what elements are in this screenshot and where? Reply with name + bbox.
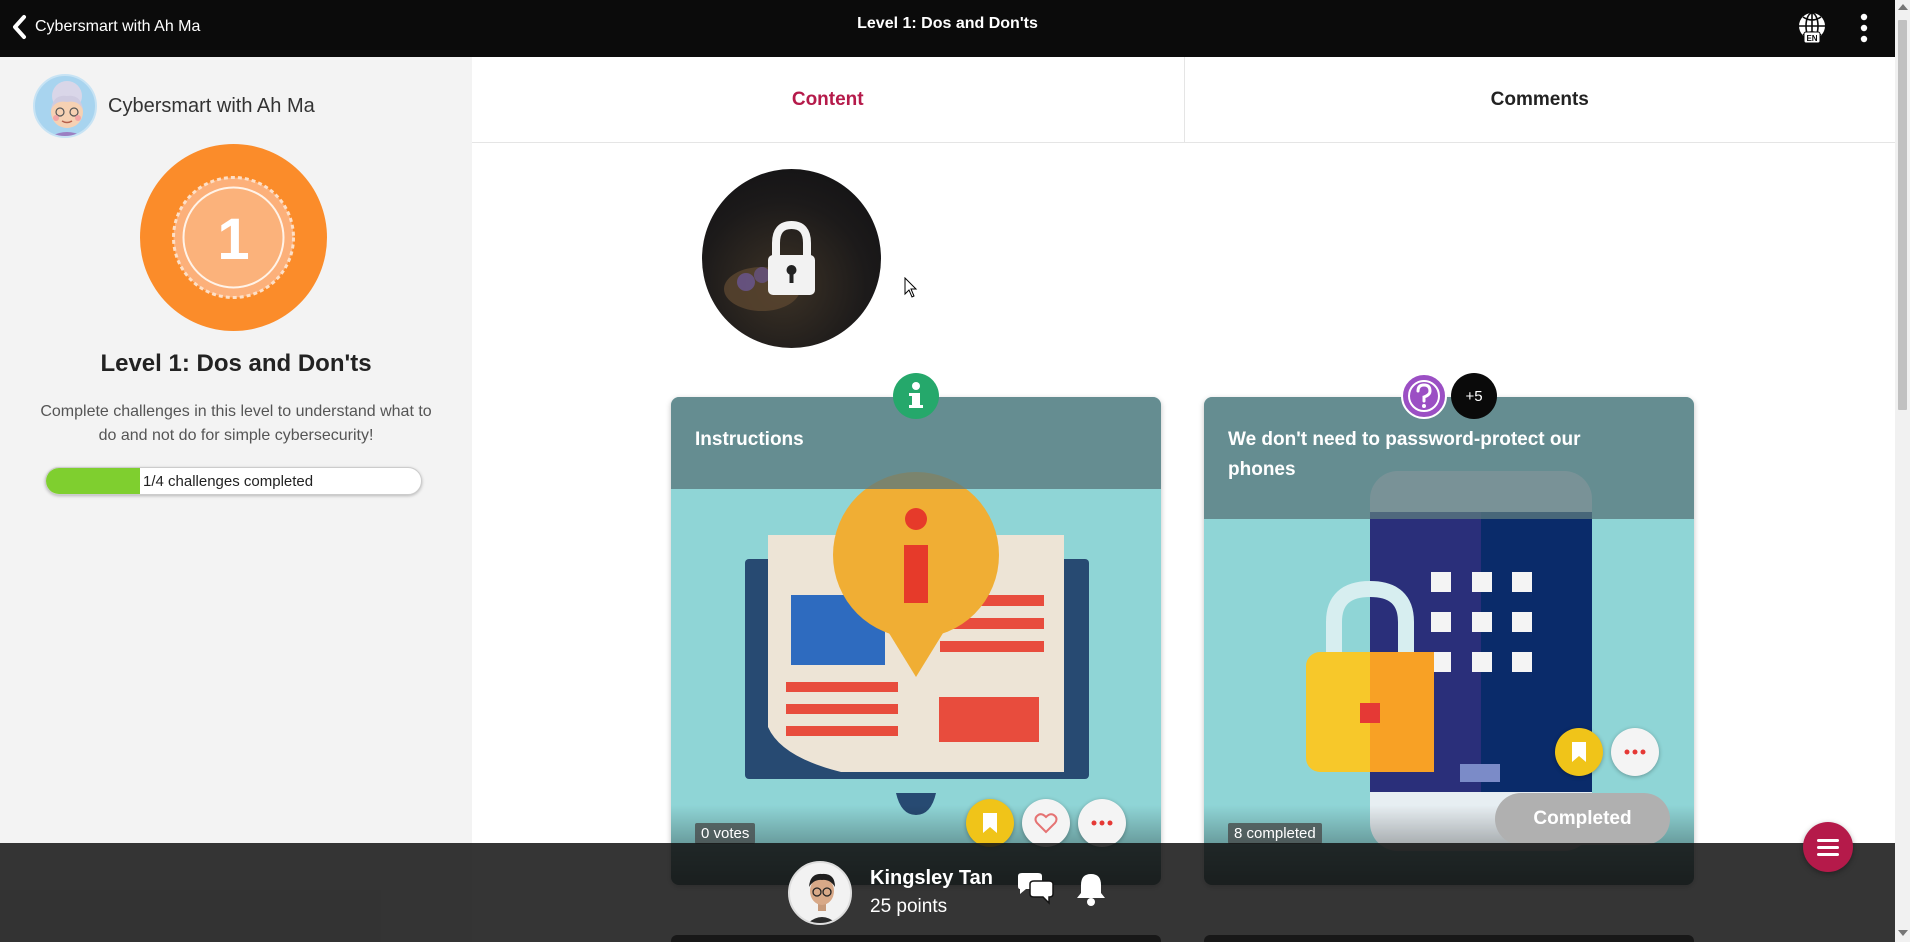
scroll-up-arrow[interactable] bbox=[1898, 4, 1908, 10]
ellipsis-icon bbox=[1091, 820, 1113, 826]
language-code: EN bbox=[1806, 34, 1817, 43]
sidebar: Cybersmart with Ah Ma 1 Level 1: Dos and… bbox=[0, 57, 472, 942]
like-button[interactable] bbox=[1022, 799, 1070, 847]
page-scrollbar[interactable] bbox=[1895, 0, 1910, 942]
completed-status-button[interactable]: Completed bbox=[1495, 793, 1670, 845]
scroll-thumb[interactable] bbox=[1898, 20, 1907, 410]
ellipsis-icon bbox=[1624, 749, 1646, 755]
chat-button[interactable] bbox=[1016, 872, 1054, 906]
tab-comments[interactable]: Comments bbox=[1183, 57, 1896, 142]
bookmark-icon bbox=[1572, 742, 1586, 762]
grandma-avatar-icon bbox=[51, 81, 83, 136]
bell-icon bbox=[1077, 874, 1105, 906]
level-medal-icon: 1 bbox=[172, 176, 295, 299]
top-bar: Cybersmart with Ah Ma Level 1: Dos and D… bbox=[0, 0, 1895, 57]
progress-label: 1/4 challenges completed bbox=[143, 473, 314, 490]
content-tabs: Content Comments bbox=[472, 57, 1895, 143]
page-title: Level 1: Dos and Don'ts bbox=[857, 15, 1038, 32]
user-name: Kingsley Tan bbox=[870, 867, 993, 889]
tab-content[interactable]: Content bbox=[472, 57, 1184, 142]
card-title: We don't need to password-protect our ph… bbox=[1204, 397, 1694, 519]
bookmark-icon bbox=[983, 813, 997, 833]
hamburger-icon bbox=[1817, 839, 1839, 856]
info-type-badge bbox=[893, 373, 939, 419]
course-avatar bbox=[33, 74, 97, 138]
more-options-button[interactable] bbox=[1856, 12, 1872, 46]
challenge-card-password[interactable]: We don't need to password-protect our ph… bbox=[1204, 397, 1694, 885]
level-title: Level 1: Dos and Don'ts bbox=[100, 350, 372, 377]
info-icon bbox=[909, 382, 923, 408]
bookmark-button[interactable] bbox=[1555, 728, 1603, 776]
scroll-down-arrow[interactable] bbox=[1898, 930, 1908, 936]
level-badge: 1 bbox=[140, 144, 327, 331]
question-type-badge bbox=[1401, 373, 1447, 419]
user-points: 25 points bbox=[870, 896, 948, 917]
course-name: Cybersmart with Ah Ma bbox=[108, 95, 315, 117]
card-more-button[interactable] bbox=[1611, 728, 1659, 776]
locked-level-image bbox=[702, 169, 881, 348]
floating-menu-button[interactable] bbox=[1803, 822, 1853, 872]
bookmark-button[interactable] bbox=[966, 799, 1014, 847]
globe-icon: EN bbox=[1799, 12, 1825, 44]
progress-fill bbox=[46, 468, 140, 494]
mouse-cursor-icon bbox=[904, 277, 918, 298]
more-types-bubble: +5 bbox=[1451, 373, 1497, 419]
chat-bubbles-icon bbox=[1018, 873, 1054, 905]
user-avatar-icon bbox=[808, 873, 836, 923]
language-button[interactable]: EN bbox=[1795, 11, 1829, 45]
level-description: Complete challenges in this level to und… bbox=[40, 403, 432, 444]
question-icon bbox=[1408, 380, 1440, 412]
heart-icon bbox=[1034, 813, 1058, 834]
bottom-user-bar: Kingsley Tan 25 points bbox=[0, 843, 1895, 942]
card-more-button[interactable] bbox=[1078, 799, 1126, 847]
votes-count: 0 votes bbox=[695, 823, 756, 844]
progress-bar: 1/4 challenges completed bbox=[45, 467, 422, 495]
badge-number: 1 bbox=[217, 207, 249, 272]
challenge-card-instructions[interactable]: Instructions 0 votes bbox=[671, 397, 1161, 885]
user-avatar[interactable] bbox=[788, 861, 852, 925]
kebab-icon bbox=[1860, 13, 1868, 43]
notifications-button[interactable] bbox=[1075, 871, 1107, 907]
lock-icon bbox=[724, 220, 815, 311]
completed-count: 8 completed bbox=[1228, 823, 1322, 844]
